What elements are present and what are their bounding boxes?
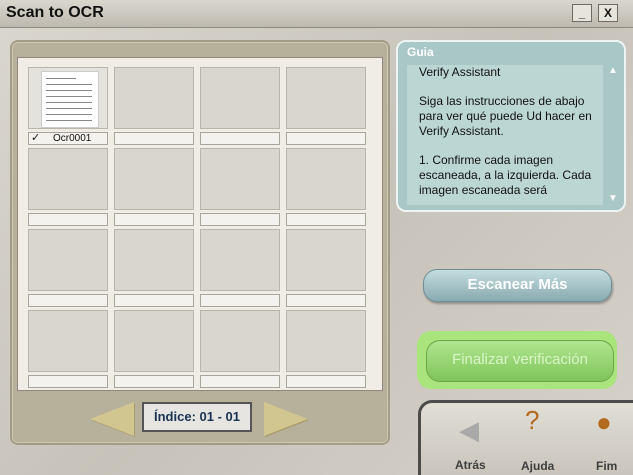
scan-thumbnail-cell[interactable]	[200, 67, 280, 129]
scan-label[interactable]	[114, 213, 194, 226]
help-label: Ajuda	[521, 459, 555, 473]
scan-thumbnail-cell[interactable]	[286, 229, 366, 291]
scan-label[interactable]	[286, 294, 366, 307]
page-index: Índice: 01 - 01	[142, 402, 252, 432]
scan-label[interactable]	[114, 375, 194, 388]
scan-thumbnail-cell[interactable]	[286, 310, 366, 372]
thumbnail-text-line	[46, 108, 92, 109]
next-page-button[interactable]	[264, 402, 308, 436]
scan-thumbnail-cell[interactable]	[114, 229, 194, 291]
back-label: Atrás	[455, 458, 486, 472]
scan-thumbnail-cell[interactable]	[114, 148, 194, 210]
minimize-button[interactable]: _	[572, 4, 592, 22]
end-label: Fim	[596, 459, 618, 473]
thumbnail-text-line	[46, 120, 92, 121]
prev-page-button[interactable]	[90, 402, 134, 436]
scan-label[interactable]	[114, 132, 194, 145]
scan-more-button[interactable]: Escanear Más	[423, 269, 612, 302]
window-title: Scan to OCR	[6, 4, 104, 21]
scan-thumbnail-cell[interactable]	[200, 229, 280, 291]
guide-paragraph: Verify Assistant	[419, 65, 501, 79]
back-arrow-icon: ◀	[459, 415, 479, 445]
scan-grid: ✓ Ocr0001	[17, 57, 383, 391]
guide-paragraph: Siga las instrucciones de abajo para ver…	[419, 94, 592, 138]
guide-panel: Guia Verify Assistant Siga las instrucci…	[396, 40, 626, 212]
guide-paragraph: 1. Confirme cada imagen escaneada, a la …	[419, 153, 592, 197]
question-icon: ?	[525, 405, 540, 435]
scan-thumbnail-cell[interactable]	[28, 229, 108, 291]
guide-title: Guia	[407, 45, 434, 59]
scan-thumbnail-cell[interactable]	[286, 67, 366, 129]
scan-thumbnail-cell[interactable]	[28, 148, 108, 210]
scan-thumbnail-cell[interactable]	[28, 67, 108, 129]
thumbnail-text-line	[46, 96, 92, 97]
scan-label[interactable]	[200, 213, 280, 226]
navigation-panel: ◀ Atrás ? Ajuda ● Fim	[418, 400, 633, 475]
close-button[interactable]: X	[598, 4, 618, 22]
thumbnail-text-line	[46, 84, 92, 85]
finalize-verification-button[interactable]: Finalizar verificación	[426, 340, 614, 382]
scan-label[interactable]	[286, 132, 366, 145]
finish-icon: ●	[596, 407, 612, 437]
scan-thumbnail-cell[interactable]	[200, 310, 280, 372]
guide-text[interactable]: Verify Assistant Siga las instrucciones …	[407, 65, 603, 205]
thumbnail-text-line	[46, 90, 92, 91]
thumbnail-text-line	[46, 78, 76, 79]
scan-label[interactable]	[200, 375, 280, 388]
scan-thumbnail-cell[interactable]	[114, 310, 194, 372]
scan-label[interactable]: ✓ Ocr0001	[28, 132, 108, 145]
check-icon[interactable]: ✓	[31, 131, 40, 144]
scroll-up-icon[interactable]: ▲	[607, 65, 619, 77]
scan-thumbnail-cell[interactable]	[286, 148, 366, 210]
scan-thumbnail-cell[interactable]	[200, 148, 280, 210]
scan-label[interactable]	[114, 294, 194, 307]
scan-label[interactable]	[28, 294, 108, 307]
title-bar: Scan to OCR _ X	[0, 0, 633, 28]
scan-label[interactable]	[28, 213, 108, 226]
scan-filename: Ocr0001	[53, 133, 92, 144]
scan-thumbnail-cell[interactable]	[28, 310, 108, 372]
scan-thumbnail-cell[interactable]	[114, 67, 194, 129]
scan-label[interactable]	[28, 375, 108, 388]
scroll-down-icon[interactable]: ▼	[607, 193, 619, 205]
thumbnail-text-line	[46, 102, 92, 103]
scan-label[interactable]	[200, 294, 280, 307]
document-thumbnail	[41, 71, 99, 128]
thumbnail-text-line	[46, 114, 92, 115]
scan-label[interactable]	[200, 132, 280, 145]
scan-label[interactable]	[286, 375, 366, 388]
scan-label[interactable]	[286, 213, 366, 226]
